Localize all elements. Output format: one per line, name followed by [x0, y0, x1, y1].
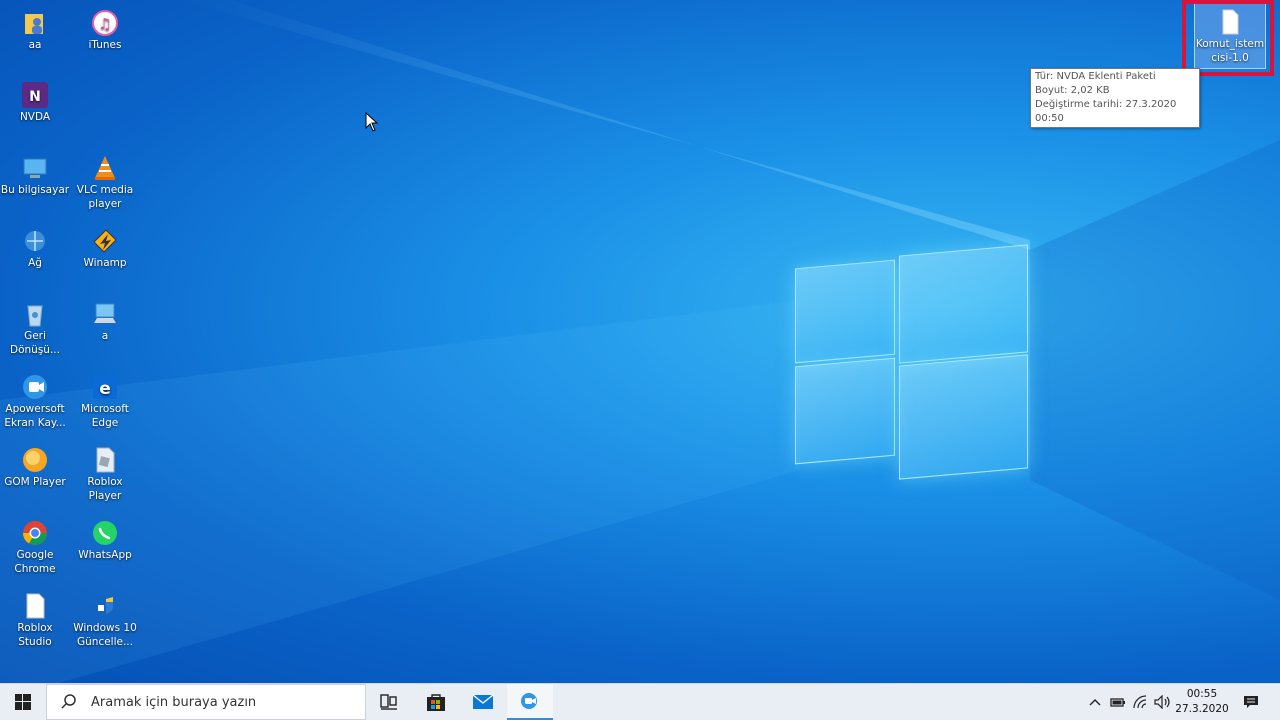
desktop-icon-label: Microsoft Edge — [81, 403, 129, 429]
tooltip-modified: Değiştirme tarihi: 27.3.2020 00:50 — [1035, 99, 1177, 124]
mouse-cursor-icon — [365, 112, 379, 132]
desktop-icon-label: GOM Player — [4, 476, 66, 488]
nvda-icon: N — [22, 82, 48, 108]
desktop-icon-label: Geri Dönüşü... — [10, 330, 60, 356]
desktop-icon-label: Winamp — [83, 257, 127, 269]
search-box[interactable]: Aramak için buraya yazın — [46, 684, 366, 720]
desktop-icon-label: a — [101, 330, 109, 342]
desktop-icon-edge[interactable]: e Microsoft Edge — [70, 372, 140, 430]
desktop-icon-label: aa — [28, 39, 42, 51]
gom-player-icon — [23, 448, 47, 472]
start-button[interactable] — [0, 684, 46, 720]
mail-icon — [472, 694, 494, 709]
desktop-icon-gom-player[interactable]: GOM Player — [0, 445, 70, 489]
task-view-icon — [380, 694, 397, 710]
store-button[interactable] — [413, 684, 459, 720]
user-folder-icon — [25, 14, 43, 34]
desktop-icon-label: Roblox Player — [87, 476, 123, 502]
task-view-button[interactable] — [366, 684, 412, 720]
desktop-icon-itunes[interactable]: ♫ iTunes — [70, 8, 140, 52]
volume-icon — [1154, 695, 1170, 709]
svg-text:e: e — [99, 379, 111, 399]
windows-update-icon — [98, 597, 113, 614]
svg-text:♫: ♫ — [98, 15, 111, 33]
itunes-icon: ♫ — [92, 10, 118, 36]
desktop-icon-label: Google Chrome — [14, 549, 56, 575]
chrome-icon — [22, 521, 48, 546]
desktop-icon-label: WhatsApp — [78, 549, 132, 561]
desktop-icon-vlc[interactable]: VLC media player — [70, 153, 140, 211]
desktop-icon-roblox-studio[interactable]: Roblox Studio — [0, 591, 70, 649]
roblox-player-icon — [96, 447, 115, 473]
desktop-icon-label: Apowersoft Ekran Kay... — [4, 403, 66, 429]
store-icon — [427, 694, 445, 711]
winamp-icon — [93, 229, 117, 253]
mail-button[interactable] — [460, 684, 506, 720]
red-highlight-box — [1182, 0, 1274, 76]
desktop-icon-label: Ağ — [28, 257, 42, 269]
desktop-icon-winamp[interactable]: Winamp — [70, 226, 140, 270]
desktop-icon-label: VLC media player — [76, 184, 134, 210]
search-icon — [61, 694, 76, 709]
desktop-icon-aa[interactable]: aa — [0, 8, 70, 52]
battery-icon — [1110, 698, 1125, 707]
apowersoft-icon — [23, 375, 47, 399]
vlc-icon — [95, 156, 115, 180]
desktop-icon-recycle-bin[interactable]: Geri Dönüşü... — [0, 299, 70, 357]
action-center-icon — [1244, 696, 1258, 708]
desktop-icon-this-pc[interactable]: Bu bilgisayar — [0, 153, 70, 197]
desktop-icon-label: Bu bilgisayar — [0, 184, 70, 196]
chevron-up-icon — [1089, 699, 1101, 706]
computer-icon — [94, 303, 116, 323]
desktop-icon-roblox-player[interactable]: Roblox Player — [70, 445, 140, 503]
desktop-icon-label: Roblox Studio — [17, 622, 53, 648]
search-placeholder: Aramak için buraya yazın — [91, 694, 257, 710]
desktop-icon-label: NVDA — [19, 111, 51, 123]
desktop-icon-label: Windows 10 Güncelle... — [73, 622, 137, 648]
screen-recorder-icon — [521, 693, 537, 709]
windows-start-icon — [15, 694, 31, 710]
whatsapp-icon — [93, 521, 117, 545]
desktop-icon-a[interactable]: a — [70, 299, 140, 343]
desktop-icon-label: iTunes — [88, 39, 122, 51]
desktop-icon-nvda[interactable]: N NVDA — [0, 80, 70, 124]
taskbar: Aramak için buraya yazın 00:55 27.3.2020 — [0, 683, 1280, 720]
tooltip-type: Tür: NVDA Eklenti Paketi — [1035, 71, 1156, 82]
desktop-icon-apowersoft[interactable]: Apowersoft Ekran Kay... — [0, 372, 70, 430]
this-pc-icon — [23, 158, 47, 178]
desktop-icon-windows-update[interactable]: Windows 10 Güncelle... — [70, 591, 140, 649]
clock[interactable]: 00:55 27.3.2020 — [1172, 685, 1232, 719]
desktop-icon-whatsapp[interactable]: WhatsApp — [70, 518, 140, 562]
roblox-studio-icon — [26, 593, 45, 619]
battery-status[interactable] — [1107, 684, 1129, 720]
windows-logo-wallpaper — [795, 242, 1028, 480]
action-center-button[interactable] — [1236, 684, 1266, 720]
volume-control[interactable] — [1152, 684, 1174, 720]
desktop[interactable]: aa N NVDA Bu bilgisayar Ağ Geri Dönüşü..… — [0, 0, 1280, 683]
tooltip-size: Boyut: 2,02 KB — [1035, 85, 1110, 96]
clock-date: 27.3.2020 — [1175, 703, 1229, 715]
network-status[interactable] — [1130, 684, 1152, 720]
desktop-icon-chrome[interactable]: Google Chrome — [0, 518, 70, 576]
recycle-bin-icon — [27, 305, 43, 327]
show-hidden-icons-button[interactable] — [1085, 684, 1105, 720]
screen-recorder-button[interactable] — [507, 684, 553, 720]
edge-icon: e — [93, 375, 117, 399]
svg-text:N: N — [29, 89, 41, 105]
desktop-icon-network[interactable]: Ağ — [0, 226, 70, 270]
network-icon — [25, 231, 45, 251]
clock-time: 00:55 — [1186, 688, 1218, 700]
wifi-icon — [1133, 695, 1147, 709]
file-tooltip: Tür: NVDA Eklenti Paketi Boyut: 2,02 KB … — [1030, 68, 1200, 128]
